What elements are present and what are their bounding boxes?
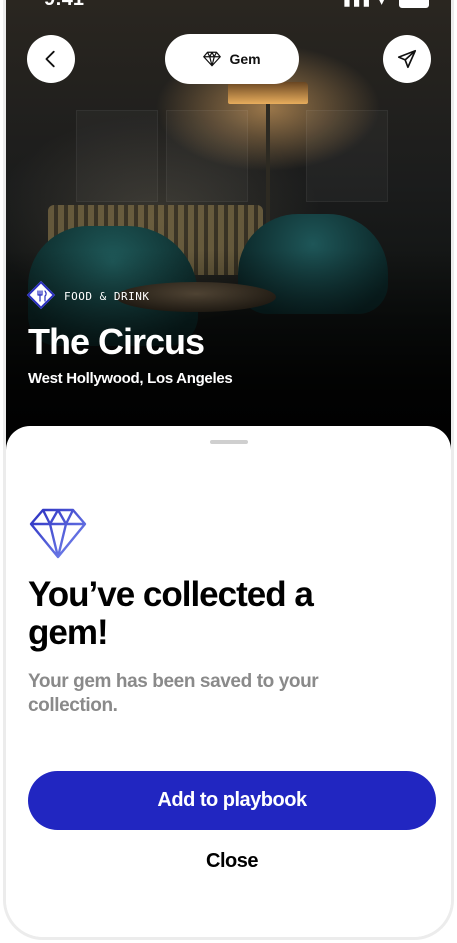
bottom-sheet: You’ve collected a gem! Your gem has bee… bbox=[6, 426, 451, 937]
venue-name: The Circus bbox=[28, 321, 205, 362]
back-button[interactable] bbox=[27, 35, 75, 83]
close-button[interactable]: Close bbox=[28, 846, 436, 876]
lamp-shade bbox=[228, 82, 308, 104]
category-tag: FOOD & DRINK bbox=[26, 280, 150, 310]
status-time: 9:41 bbox=[44, 0, 84, 11]
wall-panel bbox=[166, 110, 248, 202]
fork-knife-icon bbox=[28, 282, 56, 310]
paper-plane-icon bbox=[397, 49, 417, 69]
gem-pill-button[interactable]: Gem bbox=[165, 34, 299, 84]
sheet-message: Your gem has been saved to your collecti… bbox=[28, 671, 319, 716]
gem-pill-label: Gem bbox=[229, 51, 261, 67]
signal-icon: ▮▮▮ bbox=[343, 0, 373, 8]
phone-screen: 9:41 ▮▮▮ ▾ Gem FOOD & DRINK The bbox=[3, 0, 454, 940]
sheet-handle[interactable] bbox=[210, 440, 248, 444]
category-badge bbox=[26, 280, 56, 310]
add-to-playbook-button[interactable]: Add to playbook bbox=[28, 771, 436, 830]
wall-panel bbox=[76, 110, 158, 202]
share-button[interactable] bbox=[383, 35, 431, 83]
wall-panel bbox=[306, 110, 388, 202]
category-label: FOOD & DRINK bbox=[64, 289, 150, 303]
chevron-left-icon bbox=[45, 50, 55, 68]
diamond-icon bbox=[203, 51, 222, 67]
venue-location: West Hollywood, Los Angeles bbox=[28, 370, 233, 387]
wifi-icon: ▾ bbox=[378, 0, 388, 8]
sheet-title: You’ve collected a gem! bbox=[28, 575, 314, 652]
gem-illustration-icon bbox=[28, 506, 88, 565]
battery-icon bbox=[399, 0, 429, 9]
status-icons: ▮▮▮ ▾ bbox=[343, 0, 429, 9]
